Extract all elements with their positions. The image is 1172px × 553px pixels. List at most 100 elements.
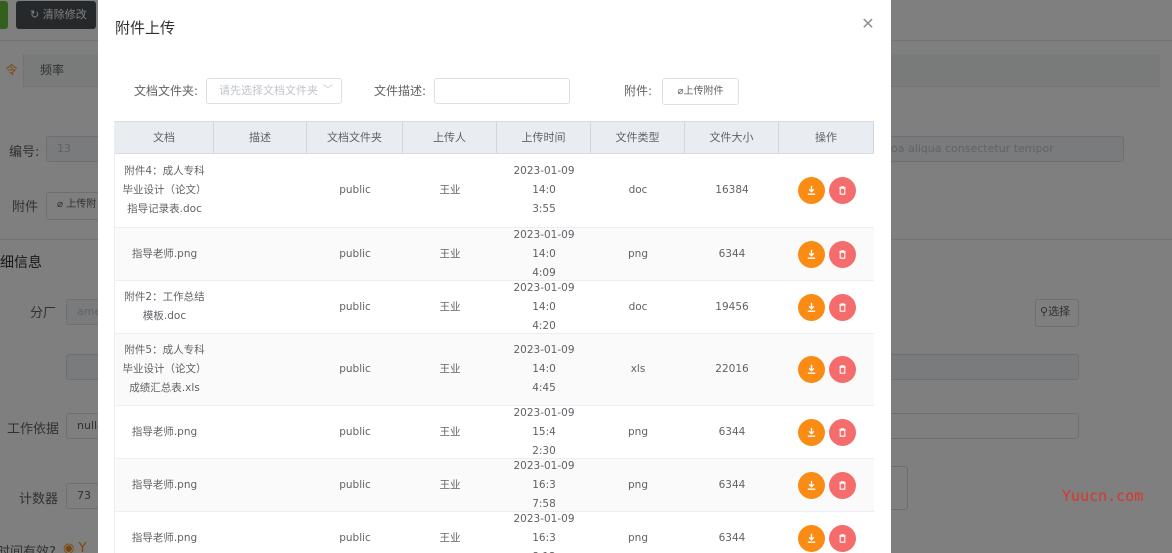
table-row[interactable]: 指导老师.png public 王业 2023-01-09 15:4 2:30 png 63… bbox=[115, 406, 874, 459]
table-row[interactable]: 指导老师.png public 王业 2023-01-09 16:3 7:58 png 63… bbox=[115, 459, 874, 512]
col-header-size[interactable]: 文件大小 bbox=[685, 122, 779, 153]
cell-size: 16384 bbox=[715, 184, 749, 196]
download-icon[interactable] bbox=[797, 240, 825, 268]
cell-uploader: 王业 bbox=[439, 247, 461, 260]
upload-attachment-button[interactable]: ⌀上传附件 bbox=[662, 78, 739, 105]
table-row[interactable]: 附件2：工作总结 模板.doc public 王业 2023-01-09 14:0 4:2… bbox=[115, 281, 874, 334]
cell-line: 模板.doc bbox=[142, 310, 187, 322]
cell-uploader: 王业 bbox=[439, 425, 461, 438]
cell-time: 2023-01-09 15:4 2:30 bbox=[497, 406, 591, 458]
cell-desc bbox=[214, 459, 307, 511]
trash-icon[interactable] bbox=[828, 293, 856, 321]
cell-line: 附件2：工作总结 bbox=[124, 291, 205, 303]
cell-size: 6344 bbox=[718, 425, 746, 438]
cell-size: 22016 bbox=[715, 363, 749, 375]
col-header-folder[interactable]: 文档文件夹 bbox=[307, 122, 403, 153]
cell-line: 指导老师.png bbox=[131, 478, 198, 491]
table-row[interactable]: 附件5：成人专科 毕业设计（论文） 成绩汇总表.xls public 王业 2023-01… bbox=[115, 334, 874, 406]
cell-folder: public bbox=[339, 300, 371, 313]
cell-folder: public bbox=[339, 247, 371, 260]
attachment-upload-dialog: 附件上传 ✕ 文档文件夹: 请先选择文档文件夹 ﹀ 文件描述: 附件: ⌀上传附… bbox=[98, 0, 891, 553]
cell-time: 2023-01-09 14:0 3:55 bbox=[497, 154, 591, 227]
cell-type: png bbox=[628, 531, 648, 544]
cell-size: 6344 bbox=[718, 478, 746, 491]
cell-desc bbox=[214, 281, 307, 333]
cell-type: png bbox=[628, 425, 648, 438]
cell-type: doc bbox=[628, 300, 648, 313]
cell-line: 3:55 bbox=[532, 203, 556, 215]
dialog-title: 附件上传 bbox=[115, 19, 176, 37]
folder-label: 文档文件夹: bbox=[134, 84, 199, 98]
attachment-table: 文档 描述 文档文件夹 上传人 上传时间 文件类型 文件大小 操作 附件4：成人… bbox=[114, 121, 874, 553]
download-icon[interactable] bbox=[797, 177, 825, 204]
cell-line: 2023-01-09 14:0 bbox=[513, 228, 575, 260]
table-row[interactable]: 指导老师.png public 王业 2023-01-09 16:3 8:12 png 63… bbox=[115, 512, 874, 553]
cell-folder: public bbox=[339, 363, 371, 375]
cell-folder: public bbox=[339, 531, 371, 544]
table-row[interactable]: 指导老师.png public 王业 2023-01-09 14:0 4:09 png 63… bbox=[115, 228, 874, 281]
folder-select[interactable]: 请先选择文档文件夹 ﹀ bbox=[206, 78, 342, 104]
cell-actions bbox=[779, 334, 874, 405]
trash-icon[interactable] bbox=[828, 418, 856, 446]
col-header-actions: 操作 bbox=[779, 122, 874, 153]
cell-desc bbox=[214, 334, 307, 405]
col-header-time[interactable]: 上传时间 bbox=[497, 122, 591, 153]
trash-icon[interactable] bbox=[828, 240, 856, 268]
chevron-down-icon: ﹀ bbox=[323, 85, 333, 96]
col-header-type[interactable]: 文件类型 bbox=[591, 122, 685, 153]
cell-uploader: 王业 bbox=[439, 478, 461, 491]
cell-desc bbox=[214, 228, 307, 280]
cell-actions bbox=[779, 512, 874, 553]
cell-doc: 附件4：成人专科 毕业设计（论文） 指导记录表.doc bbox=[115, 154, 214, 227]
col-header-doc[interactable]: 文档 bbox=[115, 122, 214, 153]
cell-doc: 附件5：成人专科 毕业设计（论文） 成绩汇总表.xls bbox=[115, 334, 214, 405]
download-icon[interactable] bbox=[797, 418, 825, 446]
cell-uploader: 王业 bbox=[439, 184, 461, 196]
cell-line: 4:20 bbox=[532, 319, 556, 332]
download-icon[interactable] bbox=[797, 471, 825, 499]
cell-line: 8:12 bbox=[503, 548, 585, 553]
trash-icon[interactable] bbox=[828, 356, 856, 383]
cell-line: 4:45 bbox=[532, 382, 556, 394]
trash-icon[interactable] bbox=[828, 524, 856, 552]
cell-time: 2023-01-09 14:0 4:09 bbox=[497, 228, 591, 280]
cell-size: 6344 bbox=[718, 247, 746, 260]
cell-line: 毕业设计（论文） bbox=[122, 184, 207, 196]
trash-icon[interactable] bbox=[828, 471, 856, 499]
download-icon[interactable] bbox=[797, 356, 825, 383]
cell-line: 指导记录表.doc bbox=[127, 203, 202, 215]
cell-doc: 指导老师.png bbox=[115, 512, 214, 553]
cell-uploader: 王业 bbox=[439, 363, 461, 375]
cell-time: 2023-01-09 14:0 4:45 bbox=[497, 334, 591, 405]
cell-line: 附件4：成人专科 bbox=[124, 165, 205, 177]
download-icon[interactable] bbox=[797, 524, 825, 552]
close-icon[interactable]: ✕ bbox=[858, 14, 878, 34]
cell-line: 2023-01-09 16:3 bbox=[513, 512, 575, 544]
cell-line: 2023-01-09 15:4 bbox=[513, 406, 575, 438]
cell-type: png bbox=[628, 478, 648, 491]
cell-actions bbox=[779, 459, 874, 511]
cell-line: 指导老师.png bbox=[131, 425, 198, 438]
col-header-uploader[interactable]: 上传人 bbox=[403, 122, 497, 153]
table-header: 文档 描述 文档文件夹 上传人 上传时间 文件类型 文件大小 操作 bbox=[115, 121, 874, 154]
cell-line: 成绩汇总表.xls bbox=[129, 382, 200, 394]
cell-doc: 指导老师.png bbox=[115, 459, 214, 511]
trash-icon[interactable] bbox=[828, 177, 856, 204]
cell-desc bbox=[214, 154, 307, 227]
desc-label: 文件描述: bbox=[374, 84, 427, 98]
col-header-desc[interactable]: 描述 bbox=[214, 122, 307, 153]
cell-line: 2023-01-09 14:0 bbox=[513, 165, 575, 196]
table-row[interactable]: 附件4：成人专科 毕业设计（论文） 指导记录表.doc public 王业 2023-01… bbox=[115, 154, 874, 228]
desc-input[interactable] bbox=[434, 78, 570, 104]
cell-doc: 附件2：工作总结 模板.doc bbox=[115, 281, 214, 333]
cell-type: doc bbox=[628, 184, 648, 196]
cell-time: 2023-01-09 16:3 7:58 bbox=[497, 459, 591, 511]
cell-folder: public bbox=[339, 478, 371, 491]
cell-uploader: 王业 bbox=[439, 300, 461, 313]
cell-actions bbox=[779, 228, 874, 280]
download-icon[interactable] bbox=[797, 293, 825, 321]
cell-line: 2023-01-09 14:0 bbox=[513, 281, 575, 313]
cell-size: 19456 bbox=[715, 300, 749, 313]
cell-actions bbox=[779, 281, 874, 333]
cell-line: 2023-01-09 14:0 bbox=[513, 344, 575, 375]
